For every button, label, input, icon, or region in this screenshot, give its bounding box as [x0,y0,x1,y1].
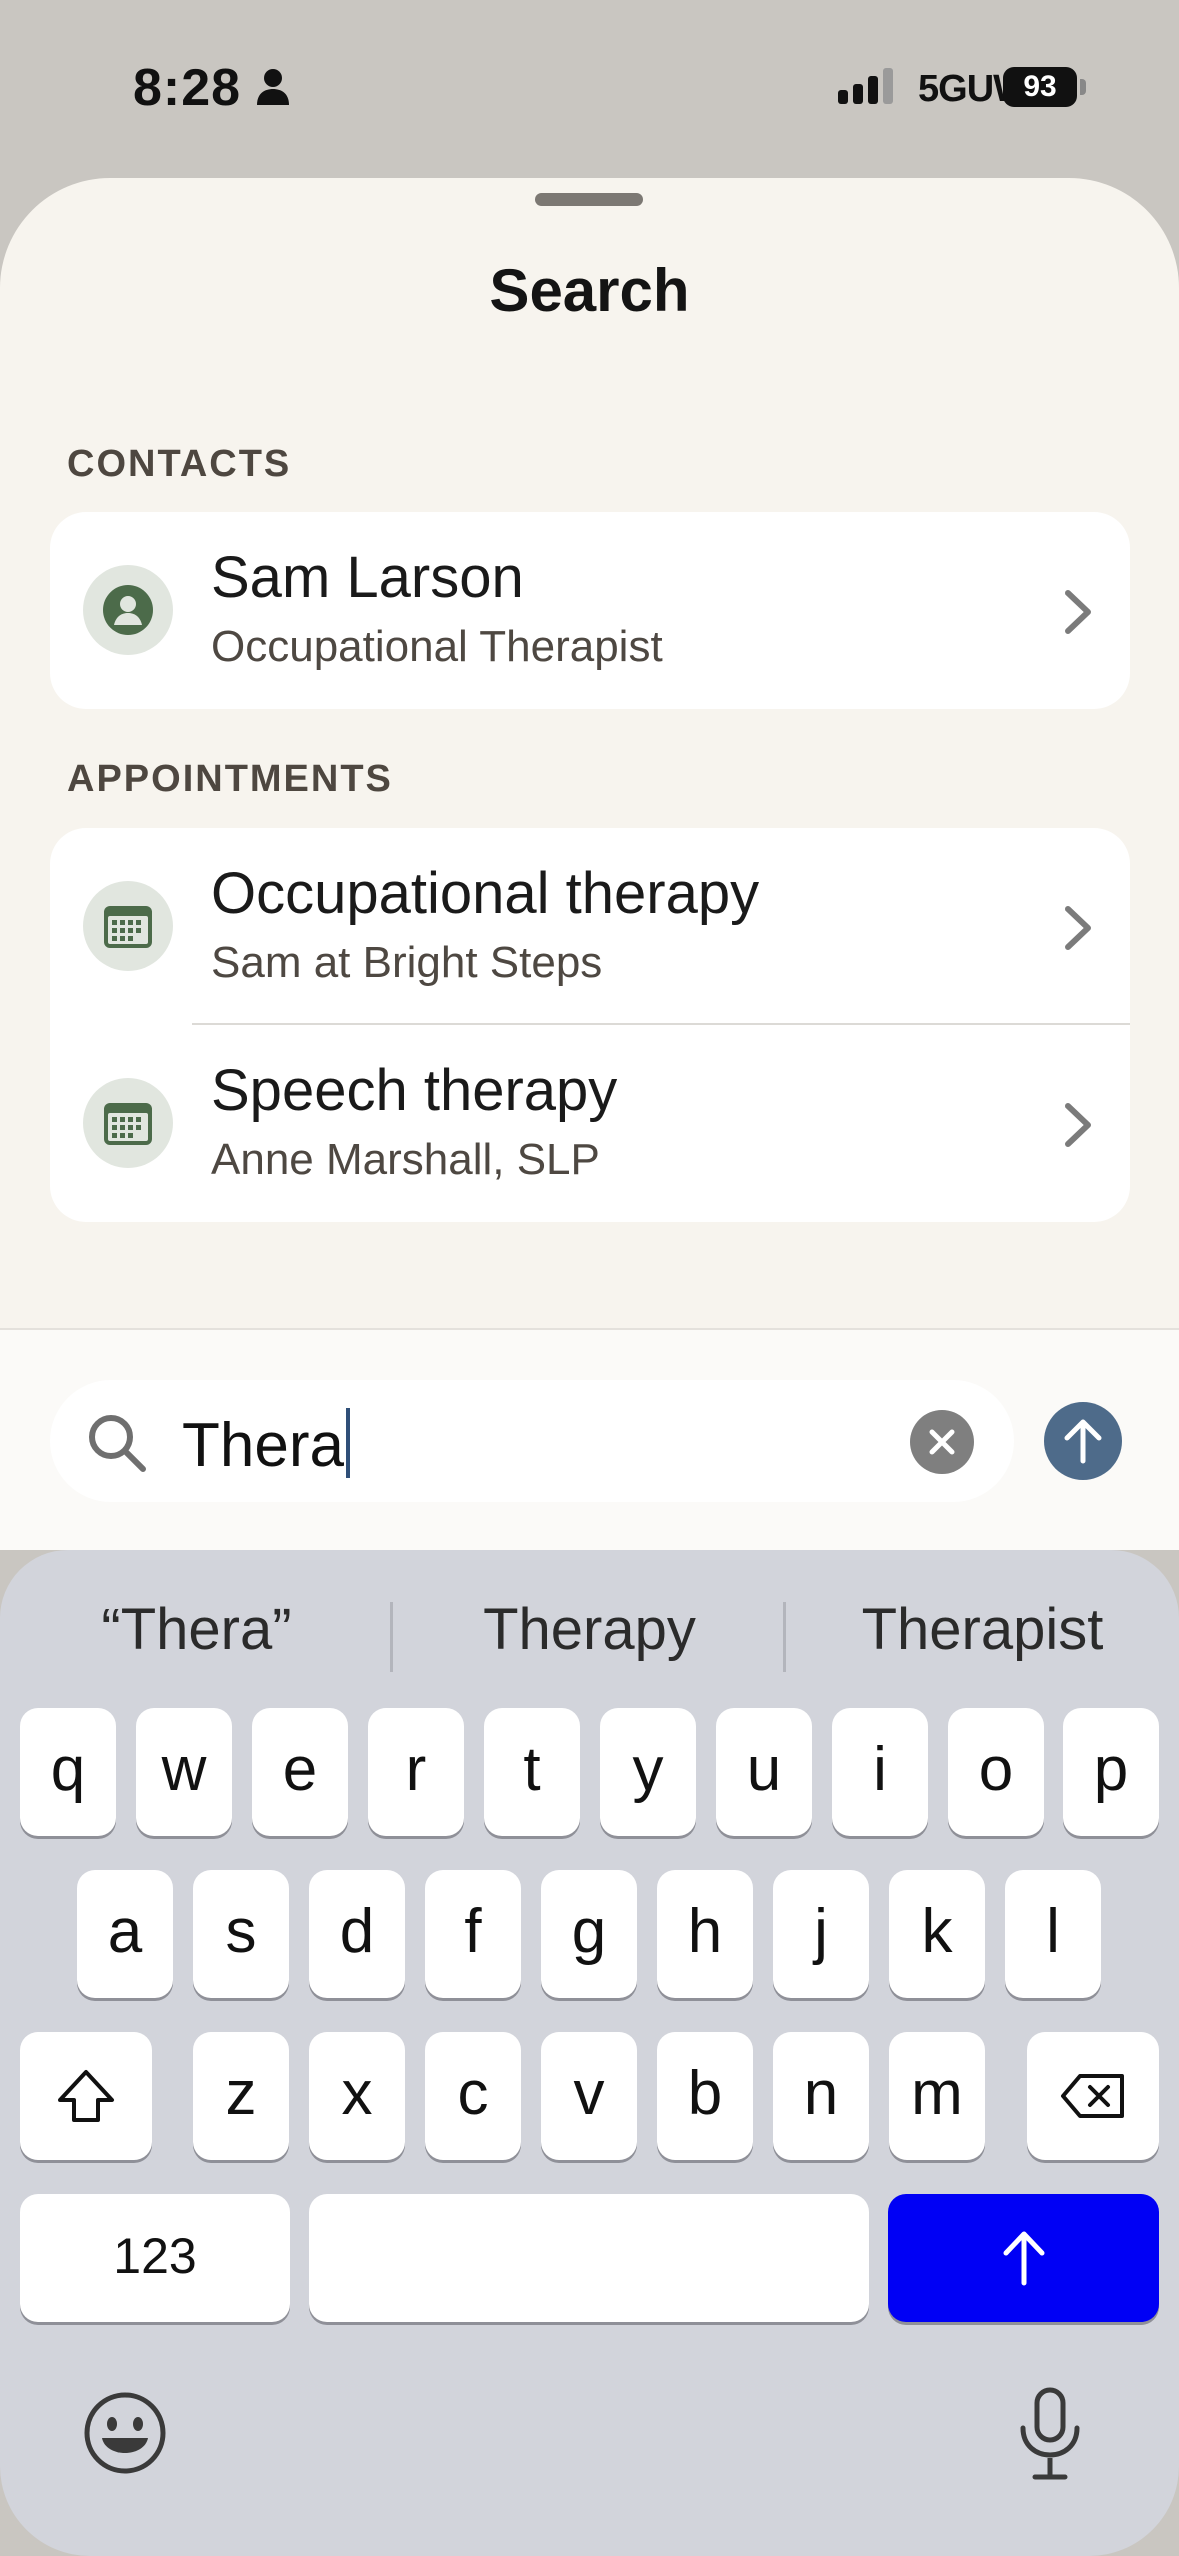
key-b[interactable]: b [657,2032,753,2160]
contact-role: Occupational Therapist [211,622,663,671]
numbers-key[interactable]: 123 [20,2194,290,2322]
suggestion-2[interactable]: Therapy [393,1580,786,1680]
appointments-card: Occupational therapy Sam at Bright Steps [50,828,1130,1222]
key-v[interactable]: v [541,2032,637,2160]
clear-search-button[interactable] [910,1410,974,1474]
appointment-title: Speech therapy [211,1058,618,1123]
chevron-right-icon [1065,906,1091,950]
search-bar-area: Thera [0,1328,1179,1550]
status-time: 8:28 [133,59,242,117]
cellular-signal-icon [838,68,893,104]
predictive-suggestions: “Thera” Therapy Therapist [0,1580,1179,1680]
shift-key[interactable] [20,2032,152,2160]
key-o[interactable]: o [948,1708,1044,1836]
calendar-icon [83,881,173,971]
appointment-subtitle: Sam at Bright Steps [211,938,603,987]
list-item-contact[interactable]: Sam Larson Occupational Therapist [50,512,1130,709]
key-m[interactable]: m [889,2032,985,2160]
search-value-wrap: Thera [182,1408,350,1481]
send-button[interactable] [1044,1402,1122,1480]
appointment-title: Occupational therapy [211,861,760,926]
suggestion-1[interactable]: “Thera” [0,1580,393,1680]
search-value: Thera [182,1411,344,1480]
text-caret [345,1408,350,1478]
delete-key[interactable] [1027,2032,1159,2160]
person-circle-icon [83,565,173,655]
contacts-card: Sam Larson Occupational Therapist [50,512,1130,709]
shift-icon [58,2070,114,2122]
key-t[interactable]: t [484,1708,580,1836]
list-item-appointment[interactable]: Speech therapy Anne Marshall, SLP [50,1025,1130,1222]
key-u[interactable]: u [716,1708,812,1836]
sheet-grabber[interactable] [535,193,643,206]
key-j[interactable]: j [773,1870,869,1998]
person-icon [257,69,289,105]
key-k[interactable]: k [889,1870,985,1998]
microphone-icon[interactable] [1015,2386,1085,2482]
calendar-icon [83,1078,173,1168]
section-label-contacts: CONTACTS [67,443,292,485]
key-e[interactable]: e [252,1708,348,1836]
key-x[interactable]: x [309,2032,405,2160]
key-y[interactable]: y [600,1708,696,1836]
key-d[interactable]: d [309,1870,405,1998]
key-p[interactable]: p [1063,1708,1159,1836]
status-bar: 8:28 5GUW 93 [0,0,1179,175]
contact-name: Sam Larson [211,545,524,610]
return-key[interactable] [888,2194,1159,2322]
battery-tip [1080,79,1086,95]
space-key[interactable] [309,2194,869,2322]
arrow-up-icon [1064,1419,1102,1464]
battery-icon: 93 [1003,67,1077,107]
key-f[interactable]: f [425,1870,521,1998]
key-c[interactable]: c [425,2032,521,2160]
emoji-icon[interactable] [82,2390,168,2476]
chevron-right-icon [1065,1103,1091,1147]
appointment-subtitle: Anne Marshall, SLP [211,1135,600,1184]
chevron-right-icon [1065,590,1091,634]
search-sheet: Search CONTACTS Sam Larson Occupational … [0,178,1179,1328]
section-label-appointments: APPOINTMENTS [67,758,393,800]
list-item-appointment[interactable]: Occupational therapy Sam at Bright Steps [50,828,1130,1025]
key-q[interactable]: q [20,1708,116,1836]
key-z[interactable]: z [193,2032,289,2160]
search-icon [89,1415,146,1472]
key-r[interactable]: r [368,1708,464,1836]
page-title: Search [489,257,690,324]
backspace-icon [1061,2074,1124,2118]
key-a[interactable]: a [77,1870,173,1998]
key-w[interactable]: w [136,1708,232,1836]
key-s[interactable]: s [193,1870,289,1998]
key-g[interactable]: g [541,1870,637,1998]
key-h[interactable]: h [657,1870,753,1998]
close-icon [929,1429,955,1455]
key-l[interactable]: l [1005,1870,1101,1998]
suggestion-3[interactable]: Therapist [786,1580,1179,1680]
search-input[interactable]: Thera [50,1380,1014,1502]
arrow-up-icon [1003,2231,1044,2286]
key-n[interactable]: n [773,2032,869,2160]
keyboard: “Thera” Therapy Therapist q w e r t y u … [0,1550,1179,2556]
key-i[interactable]: i [832,1708,928,1836]
